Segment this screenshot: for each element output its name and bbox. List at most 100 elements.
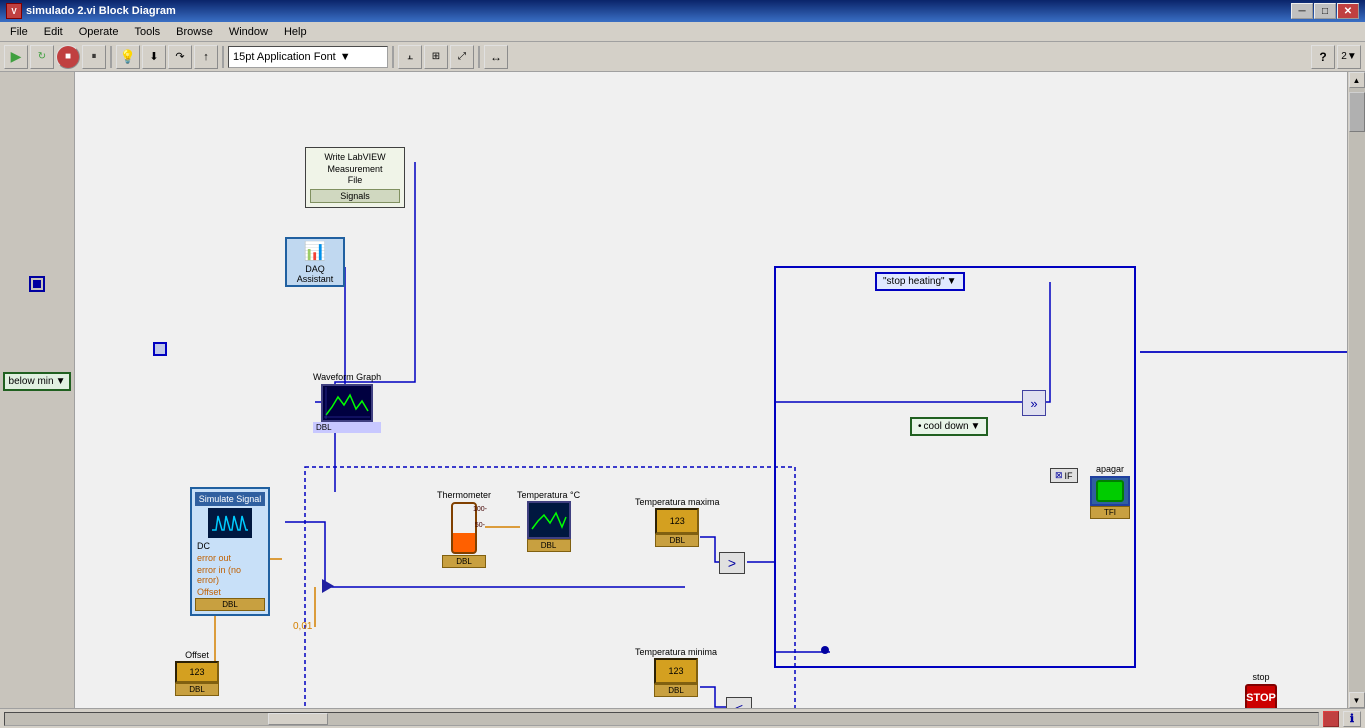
simulate-signal-preview <box>208 508 252 538</box>
menu-operate[interactable]: Operate <box>71 24 127 40</box>
record-indicator <box>1323 711 1339 727</box>
stop-icon[interactable]: STOP <box>1245 684 1277 708</box>
daq-icon: 📊 <box>304 241 326 262</box>
menu-edit[interactable]: Edit <box>36 24 71 40</box>
temperatura-c-display <box>527 501 571 539</box>
cool-down-control[interactable]: • cool down ▼ <box>910 417 988 436</box>
stop-heating-arrow: ▼ <box>947 276 957 287</box>
offset-value[interactable]: 123 <box>175 661 219 683</box>
abort-button[interactable]: ■ <box>56 45 80 69</box>
run-continuous-button[interactable]: ↻ <box>30 45 54 69</box>
app-icon: V <box>6 3 22 19</box>
minimize-button[interactable]: ─ <box>1291 3 1313 19</box>
temperatura-minima-value[interactable]: 123 <box>654 658 698 684</box>
block-diagram-canvas[interactable]: Write LabVIEWMeasurementFile Signals 📊 D… <box>75 72 1347 708</box>
if-node[interactable]: ⊠IF <box>1050 468 1078 483</box>
thermometer-display: 100- 50- <box>451 502 477 554</box>
menu-tools[interactable]: Tools <box>126 24 168 40</box>
comparator-greater[interactable]: > <box>719 552 745 574</box>
apagar-control[interactable]: apagar TFI <box>1090 464 1130 519</box>
comparator-less[interactable]: < <box>726 697 752 708</box>
value-001: 0,01 <box>293 620 312 632</box>
temperatura-c-label: Temperatura °C <box>517 490 580 500</box>
loop-iteration-terminal <box>29 276 45 292</box>
window-controls: ─ □ ✕ <box>1291 3 1359 19</box>
simulate-signal-dc: DC <box>195 540 265 552</box>
toolbar: ▶ ↻ ■ ⏸ 💡 ⬇ ↷ ↑ 15pt Application Font ▼ … <box>0 42 1365 72</box>
menu-help[interactable]: Help <box>276 24 315 40</box>
temperatura-maxima-value[interactable]: 123 <box>655 508 699 534</box>
step-over-button[interactable]: ↷ <box>168 45 192 69</box>
simulate-signal-error-out: error out <box>195 552 265 564</box>
simulate-signal-title: Simulate Signal <box>195 492 265 506</box>
wire-junction <box>821 646 829 654</box>
temperatura-minima-dbl: DBL <box>654 684 698 697</box>
menu-window[interactable]: Window <box>221 24 276 40</box>
step-into-button[interactable]: ⬇ <box>142 45 166 69</box>
menu-browse[interactable]: Browse <box>168 24 221 40</box>
apagar-label: apagar <box>1096 464 1124 474</box>
separator-3 <box>392 46 394 68</box>
reorder-button[interactable]: ↔ <box>484 45 508 69</box>
status-bar: ℹ <box>0 708 1365 728</box>
temperatura-minima-block[interactable]: Temperatura minima 123 DBL <box>635 647 717 697</box>
font-dropdown-icon: ▼ <box>340 51 351 63</box>
horizontal-scrollbar[interactable] <box>4 712 1319 726</box>
temperatura-c-dbl: DBL <box>527 539 571 552</box>
below-min-control[interactable]: below min ▼ <box>3 372 72 391</box>
info-icon: ℹ <box>1343 711 1361 727</box>
waveform-display <box>321 384 373 422</box>
waveform-graph-block[interactable]: Waveform Graph DBL <box>313 372 381 433</box>
run-button[interactable]: ▶ <box>4 45 28 69</box>
thermometer-block[interactable]: Thermometer 100- 50- DBL <box>437 490 491 568</box>
zoom-button[interactable]: 2▼ <box>1337 45 1361 69</box>
maximize-button[interactable]: □ <box>1314 3 1336 19</box>
temperatura-maxima-label: Temperatura maxima <box>635 497 720 507</box>
daq-assistant-block[interactable]: 📊 DAQ Assistant <box>285 237 345 287</box>
highlight-button[interactable]: 💡 <box>116 45 140 69</box>
scroll-down-button[interactable]: ▼ <box>1349 692 1365 708</box>
separator-2 <box>222 46 224 68</box>
right-scrollbar[interactable]: ▲ ▼ <box>1347 72 1365 708</box>
thermometer-dbl: DBL <box>442 555 486 568</box>
stop-button-block[interactable]: stop STOP TFI <box>1243 672 1279 708</box>
menu-file[interactable]: File <box>2 24 36 40</box>
simulate-signal-offset: Offset <box>195 586 265 598</box>
title-bar: V simulado 2.vi Block Diagram ─ □ ✕ <box>0 0 1365 22</box>
align-button[interactable]: ⫠ <box>398 45 422 69</box>
stop-heating-selector[interactable]: "stop heating" ▼ <box>875 272 965 291</box>
pause-button[interactable]: ⏸ <box>82 45 106 69</box>
scroll-up-button[interactable]: ▲ <box>1349 72 1365 88</box>
apagar-led[interactable] <box>1096 480 1124 502</box>
scroll-thumb[interactable] <box>1349 92 1365 132</box>
merge-node[interactable]: » <box>1022 390 1046 416</box>
write-file-block[interactable]: Write LabVIEWMeasurementFile Signals <box>305 147 405 208</box>
temperatura-maxima-block[interactable]: Temperatura maxima 123 DBL <box>635 497 720 547</box>
help-button[interactable]: ? <box>1311 45 1335 69</box>
h-scroll-thumb[interactable] <box>268 713 328 725</box>
temperatura-c-block[interactable]: Temperatura °C DBL <box>517 490 580 552</box>
step-out-button[interactable]: ↑ <box>194 45 218 69</box>
scroll-track[interactable] <box>1349 88 1365 692</box>
simulate-signal-block[interactable]: Simulate Signal DC error out error in (n… <box>190 487 270 616</box>
offset-control[interactable]: Offset 123 DBL <box>175 650 219 696</box>
menu-bar: File Edit Operate Tools Browse Window He… <box>0 22 1365 42</box>
cool-down-label: cool down <box>924 421 969 432</box>
daq-label: DAQ Assistant <box>287 264 343 284</box>
apagar-tf: TFI <box>1090 506 1130 519</box>
resize-button[interactable]: ⤢ <box>450 45 474 69</box>
waveform-graph-label: Waveform Graph <box>313 372 381 382</box>
close-button[interactable]: ✕ <box>1337 3 1359 19</box>
font-selector[interactable]: 15pt Application Font ▼ <box>228 46 388 68</box>
stop-label: stop <box>1252 672 1269 682</box>
stop-heating-label: "stop heating" <box>883 276 945 287</box>
distribute-button[interactable]: ⊞ <box>424 45 448 69</box>
below-min-arrow: ▼ <box>56 376 66 387</box>
cool-down-prefix: • <box>918 421 922 432</box>
window-title: simulado 2.vi Block Diagram <box>26 5 176 17</box>
simulate-signal-error-in: error in (no error) <box>195 564 265 586</box>
offset-label: Offset <box>185 650 209 660</box>
add-node-1[interactable] <box>322 579 334 596</box>
separator-1 <box>110 46 112 68</box>
thermometer-label: Thermometer <box>437 490 491 500</box>
